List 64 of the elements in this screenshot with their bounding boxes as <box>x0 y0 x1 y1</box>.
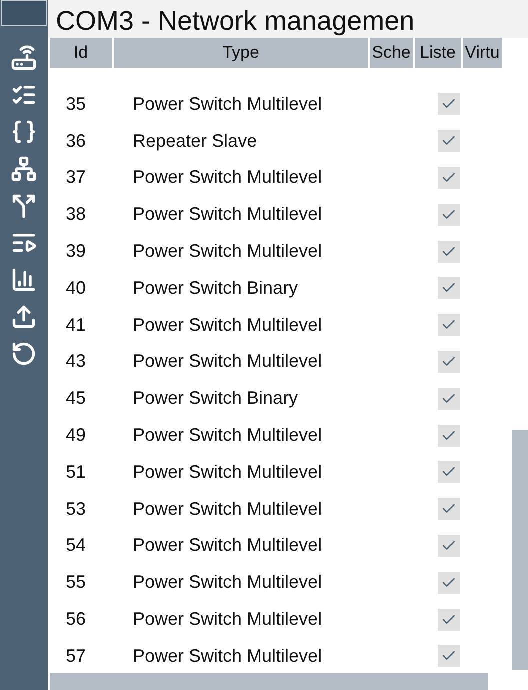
table-cell-text: 35 <box>66 92 88 116</box>
table-cell-text: 39 <box>66 240 88 264</box>
restore-icon[interactable] <box>11 341 37 367</box>
checkbox[interactable] <box>438 277 460 300</box>
hierarchy-icon[interactable] <box>11 156 37 182</box>
table-cell-text: 40 <box>66 276 88 300</box>
table-cell-text: Power Switch Multilevel <box>133 314 324 337</box>
table-cell-text: Power Switch Multilevel <box>133 92 324 116</box>
table-cell-text: 38 <box>66 203 88 226</box>
checkbox[interactable] <box>438 388 460 410</box>
checkbox[interactable] <box>438 166 460 189</box>
table-cell-text: Power Switch Multilevel <box>133 571 324 594</box>
window-title: COM3 - Network managemen <box>56 5 415 38</box>
table-cell-text: Power Switch Binary <box>133 387 300 410</box>
table-cell-text: 45 <box>66 387 88 410</box>
checkbox[interactable] <box>438 424 460 447</box>
table-cell-text: Power Switch Multilevel <box>133 203 324 226</box>
table-cell-text: Repeater Slave <box>133 130 258 153</box>
table-cell-text: Power Switch Multilevel <box>133 166 324 190</box>
table-cell-text: 57 <box>66 644 88 668</box>
table-cell-text: Power Switch Multilevel <box>133 608 324 632</box>
column-header[interactable]: Id <box>50 38 112 68</box>
checkbox[interactable] <box>438 93 460 116</box>
checkbox[interactable] <box>438 608 460 631</box>
table-cell-text: 51 <box>66 460 88 484</box>
checkbox[interactable] <box>438 572 460 594</box>
column-header[interactable]: Type <box>114 38 368 68</box>
table-cell-text: Power Switch Multilevel <box>133 240 324 264</box>
table-cell-text: Power Switch Multilevel <box>133 644 324 668</box>
checkbox[interactable] <box>438 534 460 557</box>
checkbox[interactable] <box>438 461 460 484</box>
table-cell-text: Power Switch Multilevel <box>133 424 324 448</box>
upload-icon[interactable] <box>11 304 37 330</box>
table-cell-text: Power Switch Multilevel <box>133 460 324 484</box>
checkbox[interactable] <box>438 240 460 263</box>
table-cell-text: Power Switch Multilevel <box>133 534 324 558</box>
checkbox[interactable] <box>438 204 460 226</box>
home-button[interactable] <box>1 0 47 26</box>
table-cell-text: 37 <box>66 166 88 190</box>
table-cell-text: 41 <box>66 314 88 337</box>
table-cell-text: Power Switch Multilevel <box>133 498 324 521</box>
checkbox[interactable] <box>438 645 460 668</box>
checkbox[interactable] <box>438 130 460 152</box>
table-cell-text: 53 <box>66 498 88 521</box>
table-cell-text: 49 <box>66 424 88 448</box>
table-cell-text: 43 <box>66 350 88 374</box>
column-header[interactable]: Virtu <box>463 38 502 68</box>
table-cell-text: Power Switch Multilevel <box>133 350 324 374</box>
column-header[interactable]: Liste <box>415 38 461 68</box>
table-cell-text: 36 <box>66 130 88 153</box>
table-cell-text: Power Switch Binary <box>133 276 300 300</box>
checkbox[interactable] <box>438 350 460 373</box>
checkbox[interactable] <box>438 498 460 520</box>
router-icon[interactable] <box>11 45 37 71</box>
column-header[interactable]: Sche <box>370 38 413 68</box>
table-cell-text: 56 <box>66 608 88 632</box>
checkbox[interactable] <box>438 314 460 336</box>
split-icon[interactable] <box>11 193 37 219</box>
braces-icon[interactable] <box>11 119 37 145</box>
bar-chart-icon[interactable] <box>11 267 37 293</box>
table-cell-text: 54 <box>66 534 88 558</box>
vertical-scrollbar[interactable] <box>512 430 528 670</box>
horizontal-scrollbar[interactable] <box>50 673 488 690</box>
table-cell-text: 55 <box>66 571 88 594</box>
